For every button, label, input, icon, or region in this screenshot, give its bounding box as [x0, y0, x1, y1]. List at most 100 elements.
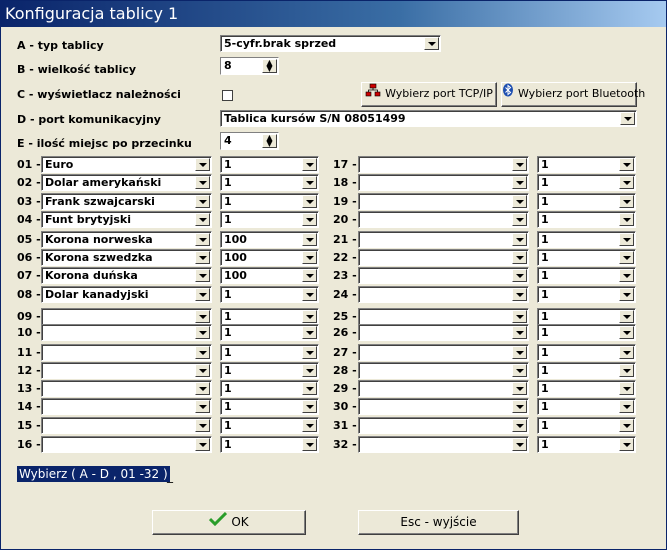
currency-select[interactable]: Korona duńska [41, 267, 212, 284]
quantity-select[interactable]: 1 [220, 362, 319, 379]
quantity-select[interactable]: 1 [220, 308, 319, 325]
currency-dropdown-button[interactable] [195, 310, 210, 323]
quantity-dropdown-button[interactable] [619, 195, 634, 208]
currency-select[interactable] [358, 231, 529, 248]
quantity-select[interactable]: 1 [537, 380, 636, 397]
currency-select[interactable] [41, 362, 212, 379]
quantity-dropdown-button[interactable] [619, 364, 634, 377]
quantity-select[interactable]: 1 [220, 380, 319, 397]
ok-button[interactable]: OK [152, 510, 306, 535]
quantity-dropdown-button[interactable] [619, 419, 634, 432]
currency-select[interactable] [358, 417, 529, 434]
quantity-select[interactable]: 1 [537, 156, 636, 173]
currency-select[interactable] [41, 398, 212, 415]
quantity-select[interactable]: 1 [220, 286, 319, 303]
quantity-dropdown-button[interactable] [302, 419, 317, 432]
currency-select[interactable] [358, 436, 529, 453]
currency-select[interactable] [358, 344, 529, 361]
quantity-select[interactable]: 1 [537, 344, 636, 361]
ilosc-miejsc-stepper[interactable]: ▲ ▼ [262, 134, 277, 148]
quantity-dropdown-button[interactable] [619, 251, 634, 264]
currency-dropdown-button[interactable] [195, 288, 210, 301]
currency-select[interactable] [41, 436, 212, 453]
currency-dropdown-button[interactable] [512, 346, 527, 359]
quantity-dropdown-button[interactable] [619, 176, 634, 189]
currency-select[interactable] [358, 380, 529, 397]
currency-dropdown-button[interactable] [512, 326, 527, 339]
currency-dropdown-button[interactable] [195, 251, 210, 264]
currency-select[interactable]: Funt brytyjski [41, 211, 212, 228]
quantity-select[interactable]: 1 [220, 398, 319, 415]
quantity-dropdown-button[interactable] [302, 288, 317, 301]
currency-dropdown-button[interactable] [195, 158, 210, 171]
currency-select[interactable] [358, 174, 529, 191]
currency-dropdown-button[interactable] [195, 213, 210, 226]
quantity-select[interactable]: 100 [220, 267, 319, 284]
quantity-dropdown-button[interactable] [302, 195, 317, 208]
currency-dropdown-button[interactable] [512, 364, 527, 377]
quantity-dropdown-button[interactable] [302, 269, 317, 282]
currency-dropdown-button[interactable] [195, 364, 210, 377]
quantity-dropdown-button[interactable] [619, 438, 634, 451]
currency-dropdown-button[interactable] [195, 326, 210, 339]
currency-select[interactable] [358, 211, 529, 228]
currency-dropdown-button[interactable] [512, 288, 527, 301]
quantity-select[interactable]: 1 [537, 231, 636, 248]
esc-exit-button[interactable]: Esc - wyjście [358, 510, 519, 535]
currency-select[interactable]: Frank szwajcarski [41, 193, 212, 210]
currency-select[interactable] [358, 362, 529, 379]
currency-dropdown-button[interactable] [512, 251, 527, 264]
quantity-select[interactable]: 1 [537, 249, 636, 266]
quantity-select[interactable]: 100 [220, 249, 319, 266]
port-komunikacyjny-select[interactable]: Tablica kursów S/N 08051499 [220, 110, 637, 127]
currency-dropdown-button[interactable] [512, 419, 527, 432]
quantity-select[interactable]: 1 [537, 308, 636, 325]
quantity-select[interactable]: 1 [220, 211, 319, 228]
quantity-dropdown-button[interactable] [619, 326, 634, 339]
currency-dropdown-button[interactable] [195, 400, 210, 413]
currency-select[interactable] [358, 249, 529, 266]
currency-dropdown-button[interactable] [512, 382, 527, 395]
currency-select[interactable] [358, 156, 529, 173]
quantity-dropdown-button[interactable] [302, 438, 317, 451]
quantity-dropdown-button[interactable] [619, 213, 634, 226]
quantity-select[interactable]: 1 [537, 436, 636, 453]
currency-select[interactable]: Dolar amerykański [41, 174, 212, 191]
currency-select[interactable] [41, 417, 212, 434]
quantity-dropdown-button[interactable] [302, 400, 317, 413]
quantity-select[interactable]: 100 [220, 231, 319, 248]
wielkosc-tablicy-spinner[interactable]: 8 ▲ ▼ [220, 57, 279, 75]
currency-dropdown-button[interactable] [512, 158, 527, 171]
quantity-dropdown-button[interactable] [619, 233, 634, 246]
wielkosc-tablicy-stepper[interactable]: ▲ ▼ [262, 59, 277, 73]
quantity-dropdown-button[interactable] [302, 364, 317, 377]
currency-dropdown-button[interactable] [512, 233, 527, 246]
quantity-select[interactable]: 1 [537, 417, 636, 434]
typ-tablicy-select[interactable]: 5-cyfr.brak sprzed [220, 35, 441, 52]
currency-select[interactable] [41, 308, 212, 325]
quantity-select[interactable]: 1 [537, 398, 636, 415]
quantity-select[interactable]: 1 [537, 174, 636, 191]
currency-select[interactable]: Dolar kanadyjski [41, 286, 212, 303]
quantity-dropdown-button[interactable] [302, 326, 317, 339]
quantity-select[interactable]: 1 [220, 344, 319, 361]
currency-select[interactable]: Korona szwedzka [41, 249, 212, 266]
quantity-dropdown-button[interactable] [302, 310, 317, 323]
currency-select[interactable] [358, 308, 529, 325]
quantity-dropdown-button[interactable] [302, 213, 317, 226]
quantity-dropdown-button[interactable] [619, 158, 634, 171]
quantity-select[interactable]: 1 [220, 156, 319, 173]
currency-dropdown-button[interactable] [195, 269, 210, 282]
quantity-dropdown-button[interactable] [619, 310, 634, 323]
quantity-dropdown-button[interactable] [302, 233, 317, 246]
quantity-dropdown-button[interactable] [619, 382, 634, 395]
currency-select[interactable] [358, 398, 529, 415]
currency-select[interactable] [358, 286, 529, 303]
typ-tablicy-dropdown-button[interactable] [424, 37, 439, 50]
currency-dropdown-button[interactable] [512, 438, 527, 451]
currency-dropdown-button[interactable] [195, 346, 210, 359]
quantity-select[interactable]: 1 [220, 193, 319, 210]
currency-dropdown-button[interactable] [512, 213, 527, 226]
quantity-dropdown-button[interactable] [302, 382, 317, 395]
quantity-select[interactable]: 1 [537, 211, 636, 228]
